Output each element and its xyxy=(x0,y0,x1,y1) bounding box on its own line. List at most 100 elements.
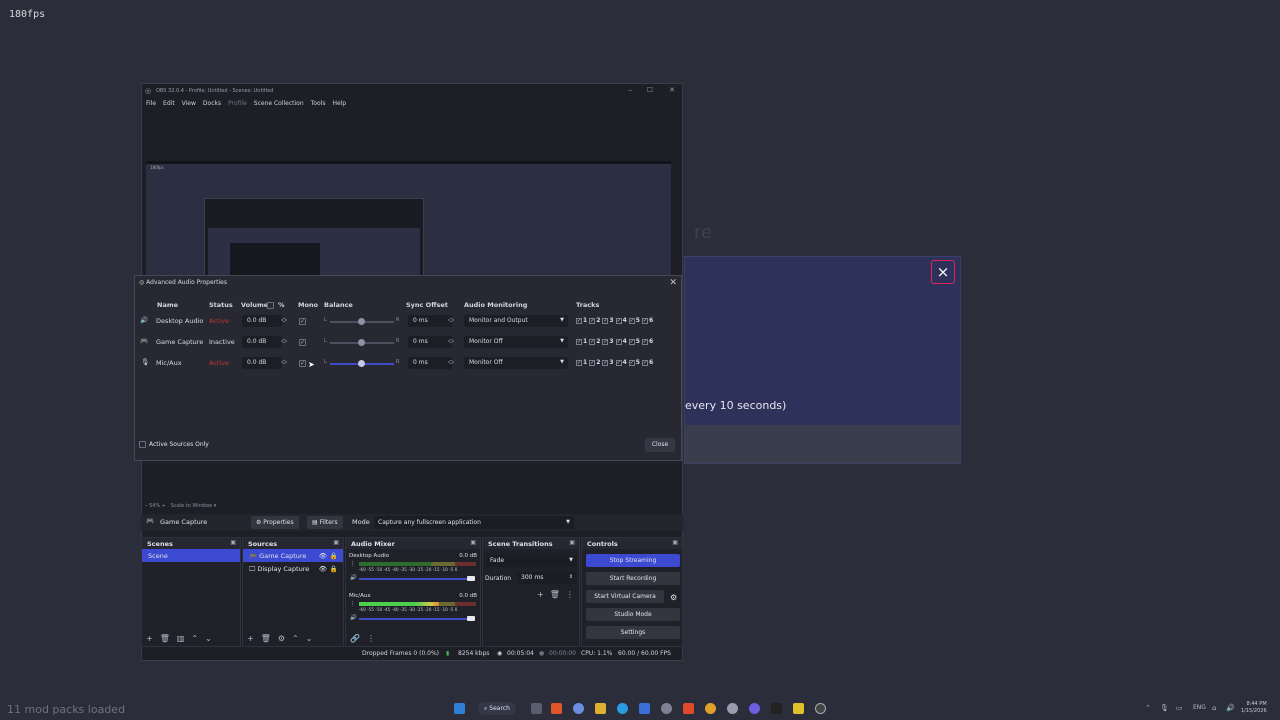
dock-menu-icon[interactable]: ▣ xyxy=(333,539,339,546)
scale-mode[interactable]: Scale to Window xyxy=(171,503,212,509)
menu-docks[interactable]: Docks xyxy=(203,100,221,107)
mono-checkbox[interactable]: ✓ xyxy=(299,318,306,325)
source-item-game-capture[interactable]: 🎮 Game Capture 👁 🔒 xyxy=(243,549,343,562)
discord-icon[interactable] xyxy=(749,703,760,714)
chevron-up-icon[interactable]: ⌃ xyxy=(1145,704,1151,712)
lock-icon[interactable]: 🔒 xyxy=(330,565,338,573)
search-box[interactable]: ⌕ Search xyxy=(478,702,516,715)
trash-icon[interactable]: 🗑 xyxy=(550,590,560,599)
maximize-icon[interactable]: ☐ xyxy=(647,86,653,94)
close-button[interactable]: Close xyxy=(645,438,675,452)
speaker-icon[interactable]: 🔊 xyxy=(350,615,357,621)
dock-menu-icon[interactable]: ▣ xyxy=(230,539,236,546)
start-virtual-camera-button[interactable]: Start Virtual Camera xyxy=(586,590,664,603)
volume-handle[interactable] xyxy=(467,616,475,621)
kebab-icon[interactable]: ⋮ xyxy=(367,634,375,643)
settings-app-icon[interactable] xyxy=(727,703,738,714)
up-arrow-icon[interactable]: ⌃ xyxy=(191,634,198,643)
start-icon[interactable] xyxy=(454,703,465,714)
lock-icon[interactable]: 🔒 xyxy=(330,552,338,560)
volume-spinner[interactable]: ︿ ﹀ xyxy=(281,337,287,348)
spinner-icon[interactable]: ⇕ xyxy=(569,574,573,580)
sync-spinner[interactable]: ︿ ﹀ xyxy=(448,316,454,327)
monitoring-select[interactable]: Monitor Off ▼ xyxy=(464,357,568,369)
kebab-icon[interactable]: ⋮ xyxy=(350,561,356,567)
gear-icon[interactable]: ⚙ xyxy=(670,593,677,602)
preview-scale-bar[interactable]: – 54% + Scale to Window ▾ xyxy=(145,503,216,509)
menu-edit[interactable]: Edit xyxy=(163,100,175,107)
network-icon[interactable]: ⌂ xyxy=(1212,704,1216,712)
add-icon[interactable]: + xyxy=(146,634,153,643)
settings-button[interactable]: Settings xyxy=(586,626,680,639)
start-recording-button[interactable]: Start Recording xyxy=(586,572,680,585)
chrome-icon[interactable] xyxy=(705,703,716,714)
mode-select[interactable]: Capture any fullscreen application ▼ xyxy=(374,516,574,529)
link-icon[interactable]: 🔗 xyxy=(350,634,360,643)
filters-button[interactable]: ▤ Filters xyxy=(307,516,343,529)
volume-spinner[interactable]: ︿ ﹀ xyxy=(281,358,287,369)
store-icon[interactable] xyxy=(639,703,650,714)
steam-icon[interactable] xyxy=(661,703,672,714)
trash-icon[interactable]: 🗑 xyxy=(160,634,170,643)
add-icon[interactable]: + xyxy=(247,634,254,643)
mono-checkbox[interactable]: ✓ xyxy=(299,360,306,367)
close-icon[interactable]: ✕ xyxy=(669,86,675,94)
studio-mode-button[interactable]: Studio Mode xyxy=(586,608,680,621)
track-checkboxes[interactable]: ✓ 1 ✓ 2 ✓ 3 ✓ 4 ✓ 5 ✓ 6 xyxy=(576,338,653,345)
dock-menu-icon[interactable]: ▣ xyxy=(672,539,678,546)
active-sources-only-option[interactable]: Active Sources Only xyxy=(139,441,209,448)
volume-slider[interactable] xyxy=(359,578,471,580)
microphone-tray-icon[interactable]: 🎙 xyxy=(1160,704,1169,712)
sync-offset-field[interactable]: 0 ms xyxy=(408,357,452,369)
launcher-icon[interactable] xyxy=(793,703,804,714)
background-dialog-close-button[interactable]: × xyxy=(931,260,955,284)
balance-handle[interactable] xyxy=(358,318,365,325)
volume-field[interactable]: 0.0 dB xyxy=(242,336,282,348)
game-icon[interactable] xyxy=(771,703,782,714)
sync-offset-field[interactable]: 0 ms xyxy=(408,336,452,348)
scene-item[interactable]: Scene xyxy=(142,549,240,562)
kebab-icon[interactable]: ⋮ xyxy=(566,590,574,599)
edge-icon[interactable] xyxy=(617,703,628,714)
balance-handle[interactable] xyxy=(358,360,365,367)
volume-handle[interactable] xyxy=(467,576,475,581)
kebab-icon[interactable]: ⋮ xyxy=(350,601,356,607)
sync-offset-field[interactable]: 0 ms xyxy=(408,315,452,327)
volume-slider[interactable] xyxy=(359,618,471,620)
minimize-icon[interactable]: – xyxy=(629,86,633,94)
sync-spinner[interactable]: ︿ ﹀ xyxy=(448,337,454,348)
display-tray-icon[interactable]: ▭ xyxy=(1176,704,1183,712)
track-checkboxes[interactable]: ✓ 1 ✓ 2 ✓ 3 ✓ 4 ✓ 5 ✓ 6 xyxy=(576,317,653,324)
source-item-display-capture[interactable]: 🖵 Display Capture 👁 🔒 xyxy=(243,562,343,575)
properties-button[interactable]: ⚙ Properties xyxy=(251,516,299,529)
volume-tray-icon[interactable]: 🔊 xyxy=(1226,704,1235,712)
duration-field[interactable]: 300 ms ⇕ xyxy=(517,572,577,584)
copilot-icon[interactable] xyxy=(573,703,584,714)
language-indicator[interactable]: ENG xyxy=(1193,704,1206,711)
stop-streaming-button[interactable]: Stop Streaming xyxy=(586,554,680,567)
menu-profile[interactable]: Profile xyxy=(228,100,247,107)
transition-select[interactable]: Fade ▼ xyxy=(486,555,577,567)
monitoring-select[interactable]: Monitor Off ▼ xyxy=(464,336,568,348)
dialog-close-icon[interactable]: ✕ xyxy=(669,278,677,288)
menu-help[interactable]: Help xyxy=(332,100,346,107)
up-arrow-icon[interactable]: ⌃ xyxy=(292,634,299,643)
down-arrow-icon[interactable]: ⌄ xyxy=(306,634,313,643)
track-checkboxes[interactable]: ✓ 1 ✓ 2 ✓ 3 ✓ 4 ✓ 5 ✓ 6 xyxy=(576,359,653,366)
volume-field[interactable]: 0.0 dB xyxy=(242,357,282,369)
add-icon[interactable]: + xyxy=(537,590,544,599)
clock[interactable]: 8:44 PM 1/15/2026 xyxy=(1241,701,1267,715)
folder-icon[interactable] xyxy=(595,703,606,714)
obs-taskbar-icon[interactable] xyxy=(815,703,826,714)
dock-menu-icon[interactable]: ▣ xyxy=(569,539,575,546)
preview-canvas[interactable]: 180fps xyxy=(146,161,671,284)
mono-checkbox[interactable]: ✓ xyxy=(299,339,306,346)
volume-spinner[interactable]: ︿ ﹀ xyxy=(281,316,287,327)
monitoring-select[interactable]: Monitor and Output ▼ xyxy=(464,315,568,327)
filter-icon[interactable]: ▥ xyxy=(177,634,185,643)
sync-spinner[interactable]: ︿ ﹀ xyxy=(448,358,454,369)
app-icon[interactable] xyxy=(551,703,562,714)
down-arrow-icon[interactable]: ⌄ xyxy=(205,634,212,643)
eye-icon[interactable]: 👁 xyxy=(319,565,327,573)
speaker-icon[interactable]: 🔊 xyxy=(350,575,357,581)
